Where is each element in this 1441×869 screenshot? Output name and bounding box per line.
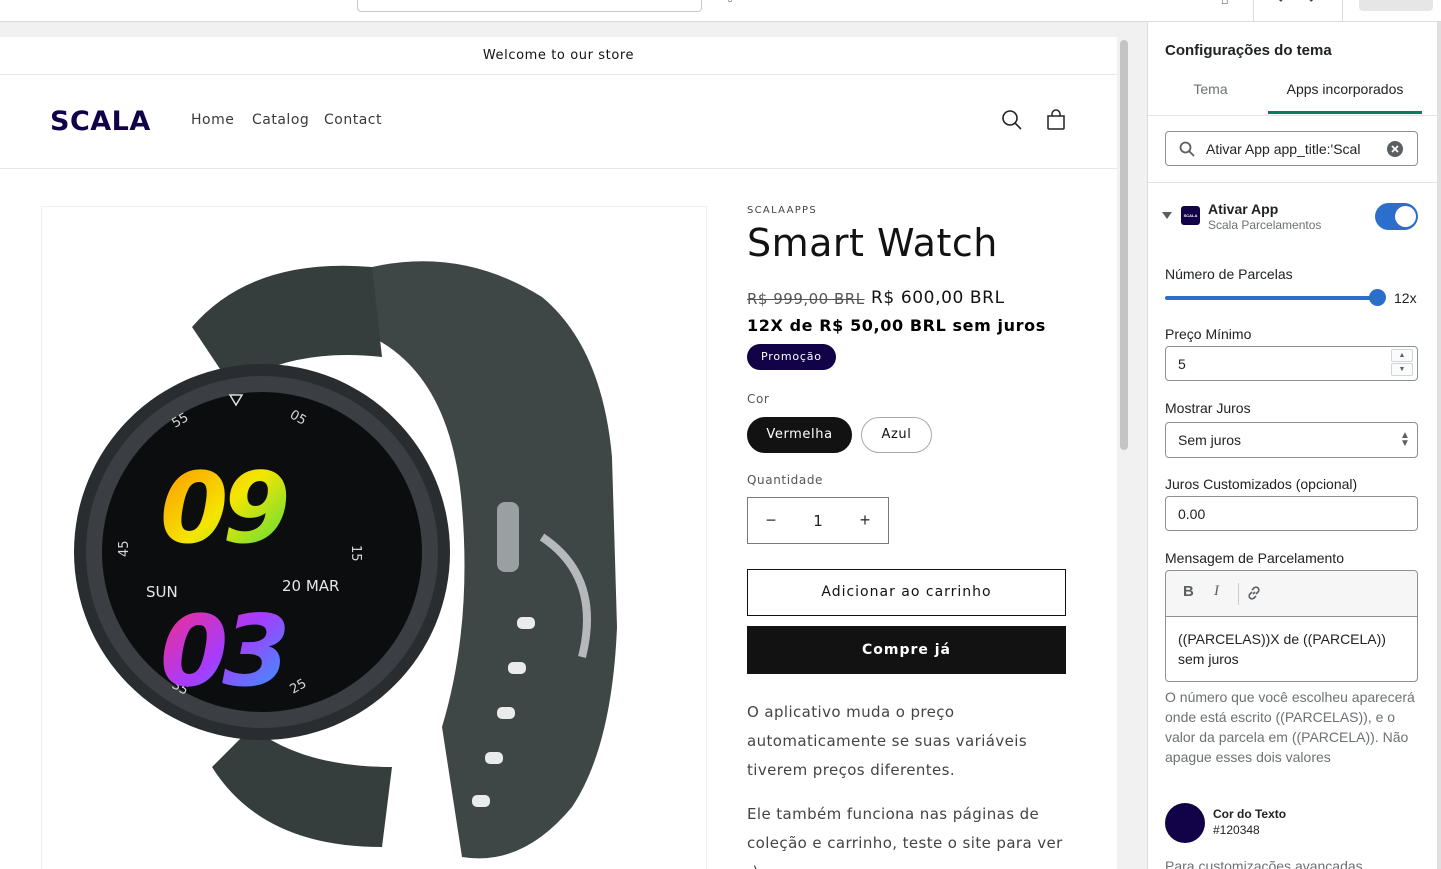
color-option-azul[interactable]: Azul	[861, 417, 932, 453]
editor-top-bar: ▫ ⌂ ↶ ↷	[0, 0, 1441, 22]
app-search-box	[1165, 131, 1418, 166]
quantity-label: Quantidade	[747, 473, 824, 487]
quantity-decrease-button[interactable]: −	[748, 498, 794, 543]
decrement-icon[interactable]: ▼	[1391, 363, 1413, 376]
parcelas-slider-handle[interactable]	[1369, 289, 1386, 306]
save-button[interactable]	[1359, 0, 1433, 11]
product-description: Ele também funciona nas páginas de coleç…	[747, 805, 1063, 869]
parcelas-label: Número de Parcelas	[1165, 266, 1293, 282]
product-title: Smart Watch	[747, 221, 998, 265]
sale-price: R$ 600,00 BRL	[871, 288, 1005, 308]
announcement-bar: Welcome to our store	[0, 37, 1117, 75]
tabs-divider	[1148, 115, 1441, 116]
mensagem-editor: B I ((PARCELAS))X de ((PARCELA)) sem jur…	[1165, 570, 1418, 682]
top-divider	[1342, 0, 1343, 22]
app-subtitle: Scala Parcelamentos	[1208, 218, 1322, 232]
app-logo-icon: SCALA	[1181, 206, 1200, 225]
text-color-swatch[interactable]	[1165, 803, 1205, 843]
dial-number: 45	[117, 540, 132, 557]
italic-icon[interactable]: I	[1214, 583, 1219, 600]
search-icon[interactable]	[1000, 108, 1024, 132]
dial-number: 15	[348, 545, 363, 562]
quantity-input[interactable]	[794, 498, 842, 543]
mensagem-help-text: O número que você escolheu aparecerá ond…	[1165, 689, 1415, 765]
toolbar-divider	[1238, 583, 1239, 605]
clear-search-icon[interactable]	[1387, 141, 1403, 157]
smart-watch-illustration: 55 05 45 15 35 25 09 03 SUN 20 MAR	[74, 261, 617, 859]
mostrar-juros-label: Mostrar Juros	[1165, 400, 1251, 416]
advanced-customization-note: Para customizações avançadas	[1165, 858, 1363, 869]
text-color-label: Cor do Texto	[1213, 807, 1287, 821]
caret-down-icon[interactable]	[1162, 212, 1172, 220]
product-vendor: SCALAAPPS	[747, 205, 818, 216]
redo-icon[interactable]: ↷	[1304, 0, 1318, 6]
panel-divider	[1148, 182, 1441, 183]
watch-day: SUN	[146, 583, 178, 601]
store-logo[interactable]: SCALA	[50, 106, 151, 137]
installment-message: 12X de R$ 50,00 BRL sem juros	[747, 316, 1046, 335]
tab-tema[interactable]: Tema	[1168, 80, 1253, 114]
add-to-cart-button[interactable]: Adicionar ao carrinho	[747, 569, 1066, 616]
preview-scrollbar-thumb[interactable]	[1120, 40, 1128, 450]
product-image[interactable]: 55 05 45 15 35 25 09 03 SUN 20 MAR	[41, 206, 707, 869]
rte-toolbar: B I	[1166, 571, 1417, 617]
preco-minimo-input[interactable]	[1165, 346, 1418, 381]
app-embed-row: SCALA Ativar App Scala Parcelamentos	[1148, 192, 1441, 240]
search-icon	[1179, 141, 1195, 157]
app-search-input[interactable]	[1206, 139, 1386, 159]
sale-badge: Promoção	[747, 344, 836, 370]
buy-now-button[interactable]: Compre já	[747, 626, 1066, 674]
app-enable-toggle[interactable]	[1375, 203, 1418, 230]
panel-scrollbar[interactable]	[1437, 22, 1441, 869]
inspect-icon[interactable]: ▫	[728, 0, 742, 6]
link-icon[interactable]	[1246, 585, 1262, 601]
mostrar-juros-select[interactable]: Sem juros ▲ ▼	[1165, 422, 1418, 458]
mensagem-label: Mensagem de Parcelamento	[1165, 550, 1344, 566]
editor-search-field[interactable]	[357, 0, 702, 12]
text-color-value: #120348	[1213, 823, 1260, 837]
select-arrows-icon: ▲ ▼	[1400, 430, 1410, 449]
bold-icon[interactable]: B	[1183, 583, 1194, 600]
top-divider	[1253, 0, 1254, 22]
compare-at-price: R$ 999,00 BRL	[747, 290, 865, 308]
nav-home[interactable]: Home	[191, 112, 234, 128]
app-name: Ativar App	[1208, 201, 1279, 217]
cart-icon[interactable]	[1044, 108, 1068, 132]
color-option-vermelha[interactable]: Vermelha	[747, 417, 852, 453]
product-description: O aplicativo muda o preço automaticament…	[747, 703, 1028, 779]
nav-contact[interactable]: Contact	[324, 112, 382, 128]
quantity-increase-button[interactable]: +	[842, 498, 888, 543]
undo-icon[interactable]: ↶	[1278, 0, 1292, 6]
toggle-knob	[1395, 206, 1416, 227]
mostrar-juros-value: Sem juros	[1178, 432, 1242, 448]
preco-minimo-label: Preço Mínimo	[1165, 326, 1252, 342]
store-preview: Welcome to our store SCALA Home Catalog …	[0, 37, 1117, 869]
watch-minutes: 03	[160, 595, 285, 709]
watch-hours: 09	[160, 452, 286, 566]
watch-date: 20 MAR	[282, 577, 339, 595]
color-label: Cor	[747, 392, 770, 406]
panel-title: Configurações do tema	[1165, 42, 1332, 59]
increment-icon[interactable]: ▲	[1391, 349, 1413, 362]
parcelas-slider-track[interactable]	[1165, 296, 1378, 300]
parcelas-value: 12x	[1394, 290, 1417, 306]
theme-settings-panel: Configurações do tema Tema Apps incorpor…	[1147, 22, 1441, 869]
quantity-stepper: − +	[747, 497, 889, 544]
mensagem-text[interactable]: ((PARCELAS))X de ((PARCELA)) sem juros	[1178, 629, 1403, 669]
nav-catalog[interactable]: Catalog	[252, 112, 309, 128]
user-icon[interactable]: ⌂	[1221, 0, 1235, 6]
store-header: SCALA Home Catalog Contact	[0, 75, 1117, 169]
juros-customizados-input[interactable]	[1165, 496, 1418, 531]
juros-customizados-label: Juros Customizados (opcional)	[1165, 476, 1358, 492]
preco-minimo-stepper: ▲ ▼	[1391, 348, 1415, 378]
tab-apps-incorporados[interactable]: Apps incorporados	[1268, 80, 1422, 114]
